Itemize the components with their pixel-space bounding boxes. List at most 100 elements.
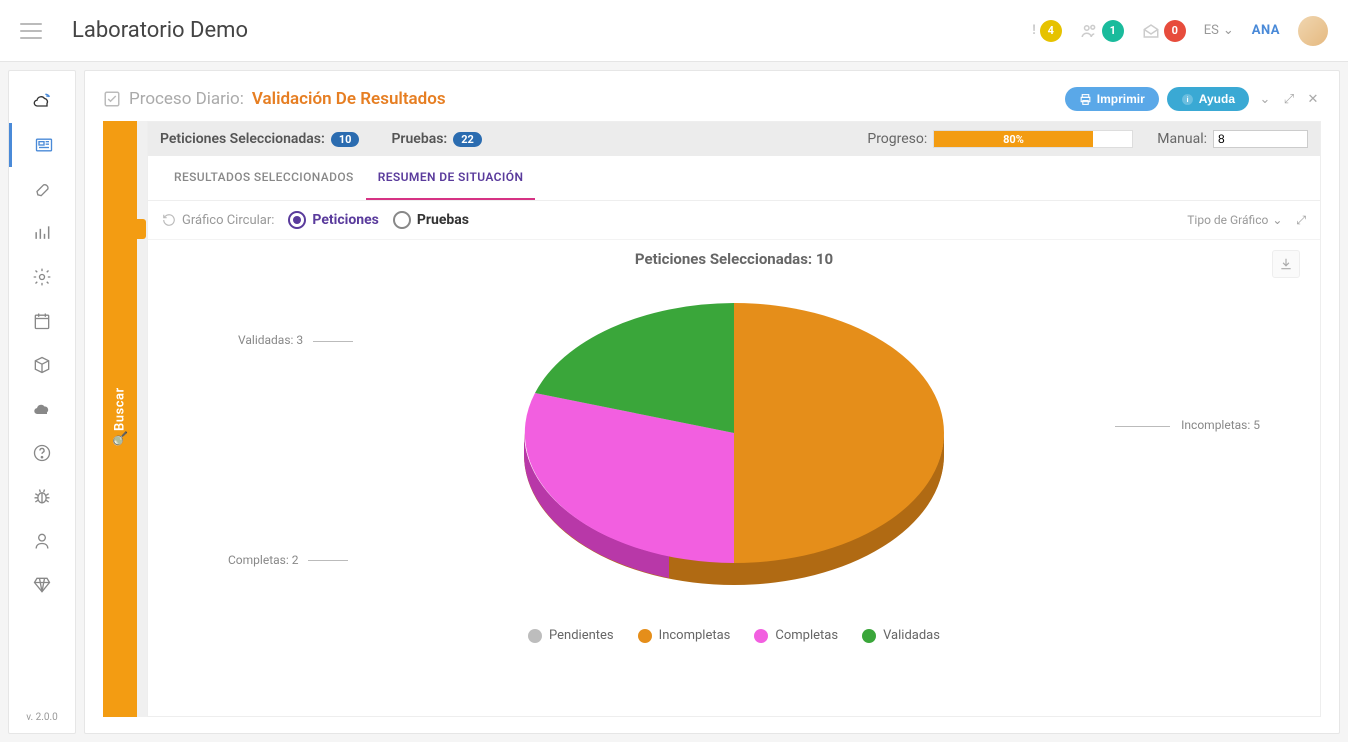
- sidebar-item-cloud2[interactable]: [9, 387, 75, 431]
- alerts-indicator[interactable]: ! 4: [1032, 20, 1062, 42]
- user-name[interactable]: ANA: [1252, 23, 1280, 38]
- app-title: Laboratorio Demo: [72, 18, 1032, 43]
- chart-area: Peticiones Seleccionadas: 10: [148, 240, 1320, 716]
- bug-icon: [32, 487, 52, 507]
- status-bar: Peticiones Seleccionadas: 10 Pruebas: 22…: [148, 122, 1320, 156]
- radio-peticiones-label: Peticiones: [312, 212, 378, 228]
- gear-icon: [32, 267, 52, 287]
- cloud-icon: [32, 91, 52, 111]
- sidebar-item-calendar[interactable]: [9, 299, 75, 343]
- pie-chart: Incompletas: 5 Completas: 2 Validadas: 3: [168, 278, 1300, 618]
- checkbox-icon: [103, 90, 121, 108]
- sidebar-item-cloud[interactable]: [9, 79, 75, 123]
- download-icon: [1279, 257, 1293, 271]
- manual-input[interactable]: [1213, 130, 1308, 148]
- pruebas-count: 22: [453, 132, 482, 147]
- users-badge: 1: [1102, 20, 1124, 42]
- search-tab[interactable]: 🔍 Buscar: [103, 121, 137, 717]
- sidebar-item-help[interactable]: [9, 431, 75, 475]
- manual-label: Manual:: [1157, 131, 1207, 147]
- tab-resumen[interactable]: RESUMEN DE SITUACIÓN: [366, 156, 536, 200]
- language-selector[interactable]: ES ⌄: [1204, 23, 1234, 38]
- chart-type-selector[interactable]: Tipo de Gráfico ⌄: [1187, 213, 1282, 227]
- chevron-down-icon: ⌄: [1272, 213, 1282, 227]
- label-completas: Completas: 2: [228, 553, 298, 567]
- chart-type-label: Tipo de Gráfico: [1187, 213, 1268, 227]
- expand-button[interactable]: ⤢: [1281, 91, 1297, 107]
- question-circle-icon: [32, 443, 52, 463]
- label-validadas: Validadas: 3: [238, 333, 303, 347]
- search-icon: 🔍: [112, 431, 128, 446]
- close-button[interactable]: ✕: [1305, 91, 1321, 107]
- expand-chart-button[interactable]: ⤢: [1296, 213, 1306, 228]
- legend-pendientes[interactable]: Pendientes: [528, 628, 614, 643]
- diamond-icon: [32, 575, 52, 595]
- printer-icon: [1079, 93, 1092, 106]
- sidebar-item-bug[interactable]: [9, 475, 75, 519]
- top-bar: Laboratorio Demo ! 4 1 0 ES ⌄ ANA: [0, 0, 1348, 62]
- newspaper-icon: [34, 135, 54, 155]
- radio-pruebas-label: Pruebas: [417, 212, 469, 228]
- chart-title: Peticiones Seleccionadas: 10: [168, 250, 1300, 268]
- sidebar-item-stats[interactable]: [9, 211, 75, 255]
- help-button[interactable]: i Ayuda: [1167, 87, 1249, 111]
- sidebar-item-package[interactable]: [9, 343, 75, 387]
- radio-pruebas[interactable]: Pruebas: [393, 211, 469, 229]
- box-icon: [32, 355, 52, 375]
- search-label: Buscar: [113, 387, 128, 431]
- messages-badge: 0: [1164, 20, 1186, 42]
- messages-indicator[interactable]: 0: [1142, 20, 1186, 42]
- collapse-button[interactable]: ⌄: [1257, 91, 1273, 107]
- wrench-icon: [32, 179, 52, 199]
- bar-chart-icon: [32, 223, 52, 243]
- tab-bar: RESULTADOS SELECCIONADOS RESUMEN DE SITU…: [148, 156, 1320, 201]
- sidebar: v. 2.0.0: [8, 70, 76, 734]
- language-label: ES: [1204, 23, 1219, 38]
- avatar[interactable]: [1298, 16, 1328, 46]
- pruebas-label: Pruebas:: [391, 131, 447, 147]
- print-label: Imprimir: [1097, 92, 1145, 106]
- panel-title: Validación De Resultados: [252, 89, 446, 109]
- progress-bar: 80%: [933, 130, 1133, 148]
- download-chart-button[interactable]: [1272, 250, 1300, 278]
- people-icon: [1080, 22, 1098, 40]
- version-label: v. 2.0.0: [26, 702, 58, 733]
- progreso-label: Progreso:: [867, 131, 927, 147]
- sidebar-item-tools[interactable]: [9, 167, 75, 211]
- users-indicator[interactable]: 1: [1080, 20, 1124, 42]
- peticiones-label: Peticiones Seleccionadas:: [160, 131, 325, 147]
- label-incompletas: Incompletas: 5: [1181, 418, 1260, 432]
- chart-mode-label: Gráfico Circular:: [162, 213, 274, 228]
- sidebar-item-diamond[interactable]: [9, 563, 75, 607]
- legend-validadas[interactable]: Validadas: [862, 628, 940, 643]
- chart-legend: Pendientes Incompletas Completas Validad…: [168, 628, 1300, 643]
- radio-empty-icon: [393, 211, 411, 229]
- chart-controls: Gráfico Circular: Peticiones Pruebas Tip…: [148, 201, 1320, 240]
- calendar-icon: [32, 311, 52, 331]
- alerts-badge: 4: [1040, 20, 1062, 42]
- panel-prefix: Proceso Diario:: [129, 89, 244, 109]
- progress-fill: 80%: [934, 131, 1092, 147]
- legend-incompletas[interactable]: Incompletas: [638, 628, 731, 643]
- radio-dot-icon: [288, 211, 306, 229]
- exclamation-icon: !: [1032, 23, 1036, 38]
- radio-peticiones[interactable]: Peticiones: [288, 211, 378, 229]
- legend-completas[interactable]: Completas: [754, 628, 838, 643]
- main-panel: Proceso Diario: Validación De Resultados…: [84, 70, 1340, 734]
- sidebar-item-user[interactable]: [9, 519, 75, 563]
- sidebar-item-settings[interactable]: [9, 255, 75, 299]
- print-button[interactable]: Imprimir: [1065, 87, 1159, 111]
- tab-resultados[interactable]: RESULTADOS SELECCIONADOS: [162, 156, 366, 200]
- peticiones-count: 10: [331, 132, 360, 147]
- sidebar-item-news[interactable]: [9, 123, 75, 167]
- help-label: Ayuda: [1199, 92, 1235, 106]
- svg-text:i: i: [1186, 95, 1188, 104]
- history-icon: [162, 213, 176, 227]
- chevron-down-icon: ⌄: [1223, 23, 1234, 38]
- drag-handle[interactable]: [137, 121, 147, 717]
- envelope-open-icon: [1142, 22, 1160, 40]
- menu-toggle-button[interactable]: [20, 23, 42, 39]
- info-icon: i: [1181, 93, 1194, 106]
- cloud-solid-icon: [32, 399, 52, 419]
- user-icon: [32, 531, 52, 551]
